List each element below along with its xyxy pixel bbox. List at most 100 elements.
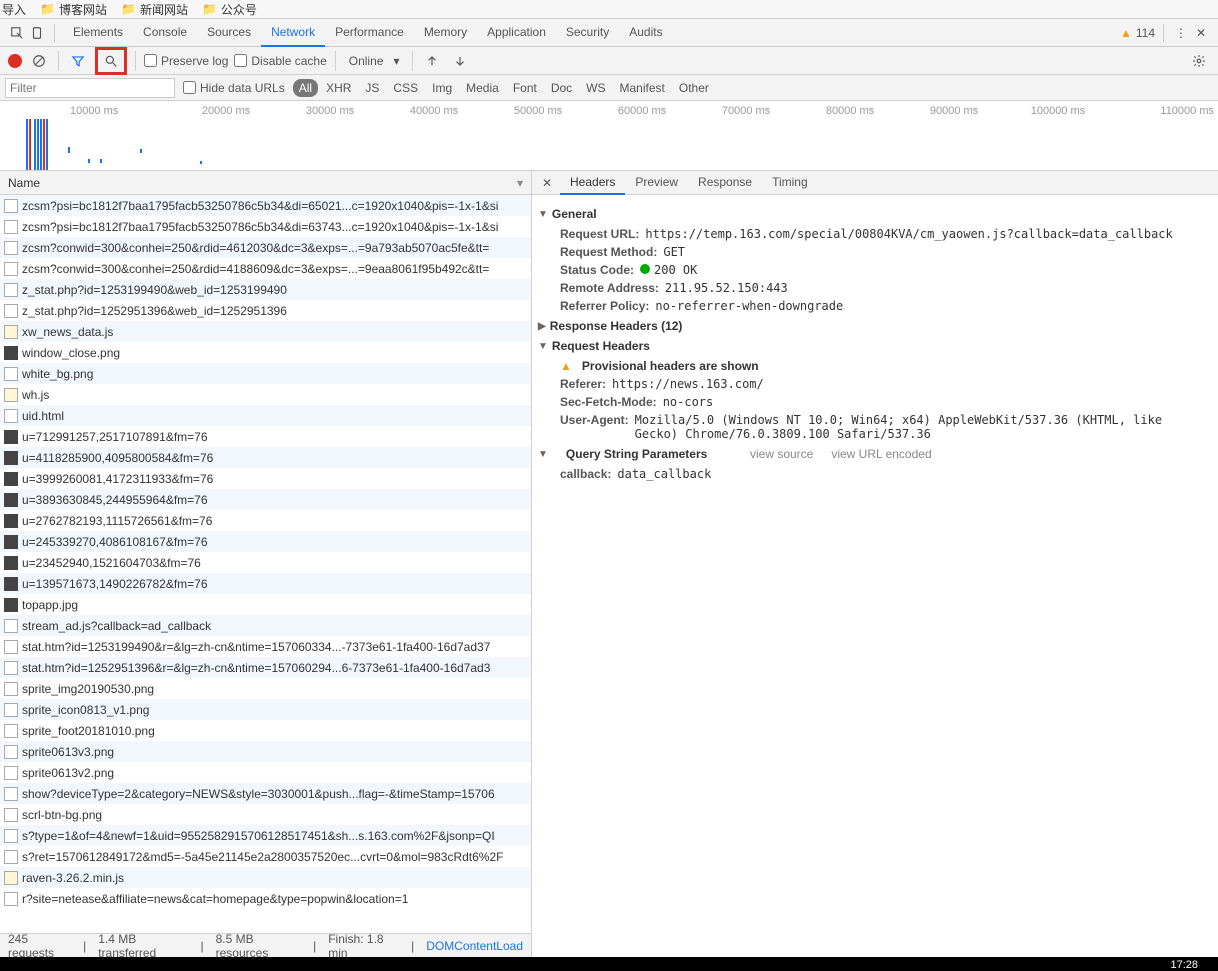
request-row[interactable]: zcsm?conwid=300&conhei=250&rdid=4188609&… [0, 258, 531, 279]
request-row[interactable]: uid.html [0, 405, 531, 426]
doc-file-icon [4, 220, 18, 234]
name-column-header[interactable]: Name ▾ [0, 171, 531, 195]
bookmark-item[interactable]: 📁公众号 [202, 1, 257, 18]
detail-tab-headers[interactable]: Headers [560, 171, 625, 195]
filter-pill-font[interactable]: Font [507, 79, 543, 97]
detail-tab-timing[interactable]: Timing [762, 171, 818, 195]
filter-icon[interactable] [67, 50, 89, 72]
filter-pill-js[interactable]: JS [359, 79, 385, 97]
request-row[interactable]: sprite0613v2.png [0, 762, 531, 783]
request-row[interactable]: u=3893630845,244955964&fm=76 [0, 489, 531, 510]
filter-pill-css[interactable]: CSS [387, 79, 424, 97]
request-row[interactable]: white_bg.png [0, 363, 531, 384]
request-row[interactable]: u=23452940,1521604703&fm=76 [0, 552, 531, 573]
taskbar [0, 957, 1218, 971]
js-file-icon [4, 871, 18, 885]
tab-sources[interactable]: Sources [197, 19, 261, 47]
network-toolbar: Preserve log Disable cache Online▾ [0, 47, 1218, 75]
detail-tab-response[interactable]: Response [688, 171, 762, 195]
filter-pill-ws[interactable]: WS [580, 79, 611, 97]
detail-tabs: ✕ HeadersPreviewResponseTiming [532, 171, 1218, 195]
view-url-encoded-link[interactable]: view URL encoded [831, 447, 931, 461]
request-row[interactable]: wh.js [0, 384, 531, 405]
view-source-link[interactable]: view source [750, 447, 813, 461]
hide-data-urls-checkbox[interactable]: Hide data URLs [183, 81, 285, 95]
filter-pill-other[interactable]: Other [673, 79, 715, 97]
request-row[interactable]: u=712991257,2517107891&fm=76 [0, 426, 531, 447]
disable-cache-checkbox[interactable]: Disable cache [234, 54, 326, 68]
filter-pill-all[interactable]: All [293, 79, 318, 97]
request-row[interactable]: window_close.png [0, 342, 531, 363]
request-row[interactable]: z_stat.php?id=1253199490&web_id=12531994… [0, 279, 531, 300]
request-row[interactable]: stream_ad.js?callback=ad_callback [0, 615, 531, 636]
filter-pill-img[interactable]: Img [426, 79, 458, 97]
tab-memory[interactable]: Memory [414, 19, 477, 47]
request-row[interactable]: zcsm?psi=bc1812f7baa1795facb53250786c5b3… [0, 216, 531, 237]
request-row[interactable]: sprite_foot20181010.png [0, 720, 531, 741]
tab-network[interactable]: Network [261, 19, 325, 47]
request-row[interactable]: u=2762782193,1115726561&fm=76 [0, 510, 531, 531]
kebab-icon[interactable]: ⋮ [1172, 24, 1190, 42]
tab-console[interactable]: Console [133, 19, 197, 47]
record-button[interactable] [8, 54, 22, 68]
request-row[interactable]: stat.htm?id=1252951396&r=&lg=zh-cn&ntime… [0, 657, 531, 678]
request-list[interactable]: zcsm?psi=bc1812f7baa1795facb53250786c5b3… [0, 195, 531, 933]
tab-application[interactable]: Application [477, 19, 556, 47]
tab-audits[interactable]: Audits [619, 19, 672, 47]
request-headers-section[interactable]: ▼Request Headers [538, 339, 1208, 353]
close-devtools-icon[interactable]: ✕ [1192, 24, 1210, 42]
filter-pill-media[interactable]: Media [460, 79, 505, 97]
request-row[interactable]: zcsm?conwid=300&conhei=250&rdid=4612030&… [0, 237, 531, 258]
query-string-section[interactable]: ▼Query String Parameters view source vie… [538, 447, 1208, 461]
request-row[interactable]: raven-3.26.2.min.js [0, 867, 531, 888]
request-row[interactable]: scrl-btn-bg.png [0, 804, 531, 825]
filter-pill-manifest[interactable]: Manifest [614, 79, 671, 97]
general-section[interactable]: ▼General [538, 207, 1208, 221]
filter-pill-xhr[interactable]: XHR [320, 79, 357, 97]
request-row[interactable]: sprite_icon0813_v1.png [0, 699, 531, 720]
settings-gear-icon[interactable] [1188, 50, 1210, 72]
bookmark-item[interactable]: 📁新闻网站 [121, 1, 188, 18]
download-har-icon[interactable] [449, 50, 471, 72]
request-row[interactable]: u=139571673,1490226782&fm=76 [0, 573, 531, 594]
requests-pane: Name ▾ zcsm?psi=bc1812f7baa1795facb53250… [0, 171, 532, 957]
domcontentloaded-link[interactable]: DOMContentLoad [426, 939, 523, 953]
throttle-select[interactable]: Online▾ [344, 51, 405, 71]
request-row[interactable]: u=245339270,4086108167&fm=76 [0, 531, 531, 552]
warnings-count[interactable]: ▲114 [1120, 26, 1155, 40]
request-row[interactable]: sprite0613v3.png [0, 741, 531, 762]
inspect-icon[interactable] [8, 24, 26, 42]
detail-tab-preview[interactable]: Preview [625, 171, 688, 195]
close-detail-icon[interactable]: ✕ [538, 174, 556, 192]
filter-input[interactable] [5, 78, 175, 98]
device-icon[interactable] [28, 24, 46, 42]
filter-pill-doc[interactable]: Doc [545, 79, 578, 97]
preserve-log-checkbox[interactable]: Preserve log [144, 54, 228, 68]
request-row[interactable]: r?site=netease&affiliate=news&cat=homepa… [0, 888, 531, 909]
request-row[interactable]: xw_news_data.js [0, 321, 531, 342]
tab-performance[interactable]: Performance [325, 19, 414, 47]
request-row[interactable]: sprite_img20190530.png [0, 678, 531, 699]
clear-icon[interactable] [28, 50, 50, 72]
img-file-icon [4, 451, 18, 465]
request-row[interactable]: show?deviceType=2&category=NEWS&style=30… [0, 783, 531, 804]
request-row[interactable]: zcsm?psi=bc1812f7baa1795facb53250786c5b3… [0, 195, 531, 216]
response-headers-section[interactable]: ▶Response Headers (12) [538, 319, 1208, 333]
search-highlight [95, 47, 127, 75]
upload-har-icon[interactable] [421, 50, 443, 72]
tab-security[interactable]: Security [556, 19, 619, 47]
request-row[interactable]: s?ret=1570612849172&md5=-5a45e21145e2a28… [0, 846, 531, 867]
doc-file-icon [4, 745, 18, 759]
bookmark-item[interactable]: 📁博客网站 [40, 1, 107, 18]
tab-elements[interactable]: Elements [63, 19, 133, 47]
request-row[interactable]: u=4118285900,4095800584&fm=76 [0, 447, 531, 468]
request-row[interactable]: s?type=1&of=4&newf=1&uid=955258291570612… [0, 825, 531, 846]
search-icon[interactable] [100, 50, 122, 72]
request-row[interactable]: u=3999260081,4172311933&fm=76 [0, 468, 531, 489]
request-row[interactable]: topapp.jpg [0, 594, 531, 615]
request-row[interactable]: stat.htm?id=1253199490&r=&lg=zh-cn&ntime… [0, 636, 531, 657]
devtools-panel: ElementsConsoleSourcesNetworkPerformance… [0, 18, 1218, 957]
request-row[interactable]: z_stat.php?id=1252951396&web_id=12529513… [0, 300, 531, 321]
bookmark-item[interactable]: 导入 [2, 1, 26, 18]
network-timeline[interactable]: 10000 ms20000 ms30000 ms40000 ms50000 ms… [0, 101, 1218, 171]
